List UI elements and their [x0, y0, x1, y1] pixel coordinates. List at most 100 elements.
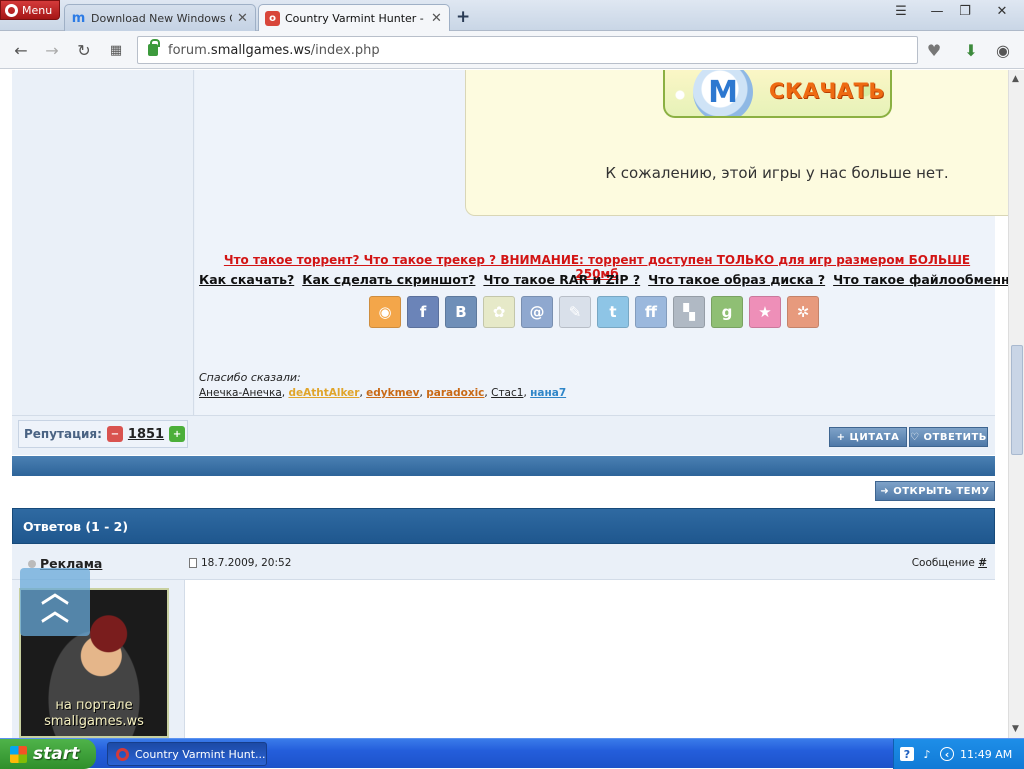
replies-header: Ответов (1 - 2)	[12, 508, 995, 544]
address-path: /index.php	[310, 42, 380, 58]
reply-permalink[interactable]: #	[978, 557, 987, 569]
chevron-up-icon: ︿	[40, 594, 69, 627]
address-host: smallgames.ws	[210, 42, 311, 58]
reply-message-label: Сообщение	[911, 557, 975, 569]
friendfeed-share-icon[interactable]: ff	[635, 296, 667, 328]
post-separator-bar	[12, 456, 995, 476]
speed-dial-grid-icon[interactable]: ▦	[106, 40, 126, 60]
back-icon[interactable]: ←	[11, 40, 31, 60]
forum-page: M СКАЧАТЬ К сожалению, этой игры у нас б…	[0, 70, 1008, 738]
faq-links: Как скачать? Как сделать скриншот? Что т…	[199, 272, 1008, 287]
browser-tab-strip: Menu m Download New Windows Gam ✕ o Coun…	[0, 0, 1024, 32]
reply-heart-icon: ♡	[910, 431, 920, 443]
window-close-icon[interactable]: ✕	[990, 2, 1014, 20]
mailru-share-icon[interactable]: @	[521, 296, 553, 328]
tab-list-icon[interactable]: ☰	[890, 2, 912, 20]
faq-link-file-hosting[interactable]: Что такое файлообменники?	[833, 272, 1008, 287]
page-scrollbar[interactable]: ▲ ▼	[1008, 70, 1024, 738]
tab-close-icon[interactable]: ✕	[237, 11, 249, 26]
livejournal-share-icon[interactable]: ✎	[559, 296, 591, 328]
post-author-column	[12, 70, 194, 415]
open-topic-arrow-icon: ➜	[880, 485, 890, 497]
avatar-caption: на портале smallgames.ws	[21, 698, 167, 730]
address-text: forum.smallgames.ws/index.php	[168, 43, 380, 58]
download-box: M СКАЧАТЬ К сожалению, этой игры у нас б…	[465, 70, 1008, 216]
favorites-share-icon[interactable]: ★	[749, 296, 781, 328]
scroll-down-arrow-icon[interactable]: ▼	[1012, 724, 1019, 734]
thanks-user-link[interactable]: deAthtAlker	[288, 387, 359, 399]
scrollbar-thumb[interactable]	[1011, 345, 1023, 455]
clock: 11:49 AM	[960, 747, 1013, 761]
download-icon[interactable]: ⬇	[961, 40, 981, 60]
address-bar[interactable]: forum.smallgames.ws/index.php	[137, 36, 918, 64]
avatar-caption-line-2: smallgames.ws	[44, 714, 144, 729]
open-topic-button[interactable]: ➜ ОТКРЫТЬ ТЕМУ	[875, 481, 995, 501]
open-topic-button-label: ОТКРЫТЬ ТЕМУ	[893, 485, 990, 497]
taskbar-item-opera[interactable]: Country Varmint Hunt...	[107, 742, 267, 766]
scroll-up-arrow-icon[interactable]: ▲	[1012, 74, 1019, 84]
network-back-icon[interactable]: ‹	[940, 747, 954, 761]
rss-share-icon[interactable]: ◉	[369, 296, 401, 328]
tab-country-varmint-hunter[interactable]: o Country Varmint Hunter - Фор ✕	[258, 4, 450, 32]
faq-link-how-to-download[interactable]: Как скачать?	[199, 272, 294, 287]
forward-icon[interactable]: →	[42, 40, 62, 60]
account-icon[interactable]: ◉	[993, 40, 1013, 60]
quote-plus-icon: +	[836, 431, 846, 443]
windows-taskbar: start Country Varmint Hunt... ? ♪ ‹ 11:4…	[0, 738, 1024, 769]
tab-download-windows-games[interactable]: m Download New Windows Gam ✕	[64, 4, 256, 31]
reply-button-label: ОТВЕТИТЬ	[923, 431, 987, 443]
scroll-to-top-button[interactable]: ︿ ︿	[20, 568, 90, 636]
quote-button-label: ЦИТАТА	[849, 431, 900, 443]
tab-title: Country Varmint Hunter - Фор	[285, 12, 426, 25]
faq-link-disk-image[interactable]: Что такое образ диска ?	[648, 272, 825, 287]
tab-title: Download New Windows Gam	[91, 11, 232, 25]
maximize-icon[interactable]: ❐	[954, 2, 976, 20]
download-button-label: СКАЧАТЬ	[769, 79, 885, 103]
google-share-icon[interactable]: g	[711, 296, 743, 328]
faq-link-screenshot[interactable]: Как сделать скриншот?	[302, 272, 475, 287]
system-tray: ? ♪ ‹ 11:49 AM	[893, 739, 1024, 769]
topic-actions-row: ➜ ОТКРЫТЬ ТЕМУ	[12, 476, 995, 506]
delicious-share-icon[interactable]: ▚	[673, 296, 705, 328]
m-logo-icon: M	[693, 70, 753, 116]
browser-menu-button[interactable]: Menu	[0, 0, 60, 20]
thanks-user-link[interactable]: edykmev	[366, 387, 419, 399]
reply-body: на портале smallgames.ws	[12, 580, 995, 738]
reply-button[interactable]: ♡ ОТВЕТИТЬ	[909, 427, 988, 447]
odnoklassniki-share-icon[interactable]: ✿	[483, 296, 515, 328]
taskbar-item-label: Country Varmint Hunt...	[135, 747, 266, 761]
download-button[interactable]: M СКАЧАТЬ	[663, 70, 892, 118]
reputation-up-icon[interactable]: +	[169, 426, 186, 442]
browser-navigation-bar: ← → ↻ ▦ forum.smallgames.ws/index.php ♥ …	[0, 31, 1024, 69]
thanks-user-link[interactable]: paradoxic	[426, 387, 484, 399]
reputation-value[interactable]: 1851	[128, 427, 164, 442]
social-share-bar: ◉ f B ✿ @ ✎ t ff ▚ g ★ ✲	[369, 296, 819, 328]
volume-icon[interactable]: ♪	[920, 747, 934, 761]
thanks-user-link[interactable]: Стас1	[491, 387, 523, 399]
facebook-share-icon[interactable]: f	[407, 296, 439, 328]
misc-share-icon[interactable]: ✲	[787, 296, 819, 328]
avatar-caption-line-1: на портале	[55, 698, 133, 713]
reputation-down-icon[interactable]: −	[106, 426, 123, 442]
minimize-icon[interactable]: —	[926, 2, 948, 20]
twitter-share-icon[interactable]: t	[597, 296, 629, 328]
opera-logo-icon	[116, 747, 129, 761]
bookmark-heart-icon[interactable]: ♥	[924, 40, 944, 60]
thanks-user-link[interactable]: нана7	[530, 387, 566, 399]
thanks-list: Анечка-Анечка, deAthtAlker, edykmev, par…	[199, 387, 566, 399]
help-icon[interactable]: ?	[900, 747, 914, 761]
start-button[interactable]: start	[0, 739, 96, 769]
faq-link-rar-zip[interactable]: Что такое RAR и ZIP ?	[483, 272, 640, 287]
reply-content	[185, 580, 995, 738]
tab-favicon-icon: m	[71, 10, 86, 26]
address-subdomain: forum.	[168, 42, 211, 58]
vkontakte-share-icon[interactable]: B	[445, 296, 477, 328]
reply-date: 18.7.2009, 20:52	[189, 557, 291, 569]
thanks-user-link[interactable]: Анечка-Анечка	[199, 387, 282, 399]
quote-button[interactable]: + ЦИТАТА	[829, 427, 907, 447]
new-tab-button[interactable]: +	[456, 7, 470, 27]
thanks-label: Спасибо сказали:	[199, 371, 301, 384]
tab-close-icon[interactable]: ✕	[431, 11, 443, 26]
reload-icon[interactable]: ↻	[74, 40, 94, 60]
reply-header-row: Реклама 18.7.2009, 20:52 Сообщение #	[12, 544, 995, 580]
